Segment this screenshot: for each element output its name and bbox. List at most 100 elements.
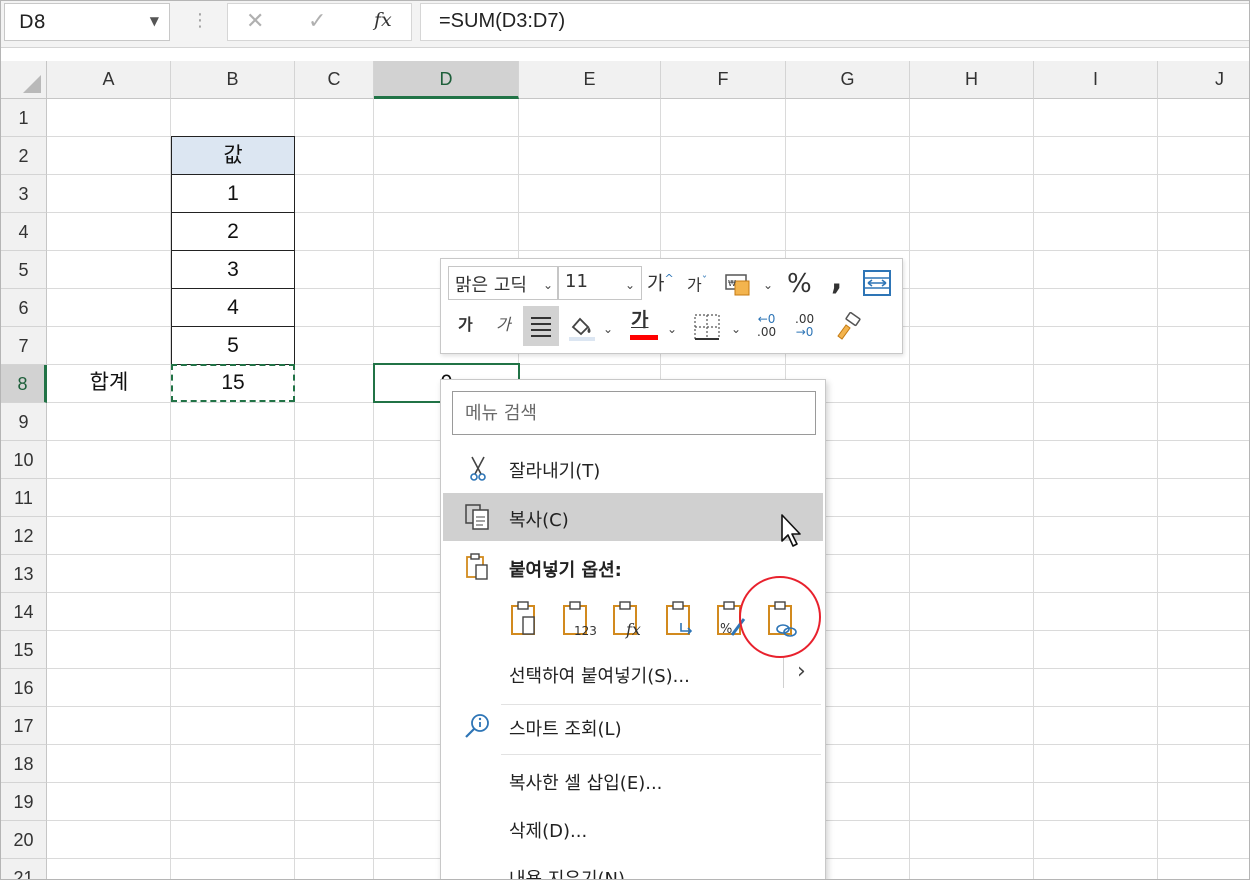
column-header-j[interactable]: J	[1158, 61, 1249, 99]
formula-text: =SUM(D3:D7)	[439, 10, 566, 32]
row-header-5[interactable]: 5	[1, 251, 47, 289]
column-header-h[interactable]: H	[910, 61, 1034, 99]
row-header-8[interactable]: 8	[1, 365, 47, 403]
column-header-f[interactable]: F	[661, 61, 786, 99]
grow-font-icon[interactable]: 가^	[647, 273, 674, 293]
cell-b8[interactable]: 15	[171, 364, 295, 402]
menu-item-copy[interactable]: 복사(C)	[443, 493, 823, 547]
menu-item-clear-contents[interactable]: 내용 지우기(N)	[443, 853, 823, 879]
row-header-6[interactable]: 6	[1, 289, 47, 327]
menu-item-label: 잘라내기(T)	[509, 461, 601, 482]
chevron-down-icon[interactable]: ⌄	[667, 322, 677, 336]
format-painter-icon[interactable]	[833, 311, 863, 346]
column-header-d[interactable]: D	[374, 61, 519, 99]
cell-b7[interactable]: 5	[171, 326, 295, 365]
formula-input[interactable]: =SUM(D3:D7)	[420, 3, 1249, 41]
check-icon[interactable]: ✓	[308, 9, 326, 34]
row-header-10[interactable]: 10	[1, 441, 47, 479]
align-center-icon	[531, 317, 551, 337]
cell-b4[interactable]: 2	[171, 212, 295, 251]
percent-style-icon[interactable]: %	[787, 271, 812, 297]
gridline-col	[1033, 99, 1034, 879]
align-center-button[interactable]	[523, 306, 559, 346]
bold-icon[interactable]: 가	[458, 317, 473, 333]
menu-item-label: 선택하여 붙여넣기(S)...	[509, 666, 690, 687]
decrease-decimal-icon[interactable]: .00 →0	[795, 313, 814, 339]
menu-item-insert-copied-cells[interactable]: 복사한 셀 삽입(E)...	[443, 757, 823, 803]
chevron-down-icon[interactable]: ⌄	[603, 322, 613, 336]
row-header-4[interactable]: 4	[1, 213, 47, 251]
comma-style-icon[interactable]: ,	[831, 265, 842, 295]
menu-item-smart-lookup[interactable]: 스마트 조회(L)	[443, 703, 823, 749]
row-header-17[interactable]: 17	[1, 707, 47, 745]
cell-a8[interactable]: 합계	[47, 364, 171, 402]
column-header-c[interactable]: C	[295, 61, 374, 99]
gridline-col	[373, 99, 374, 879]
chevron-down-icon[interactable]: ▼	[150, 14, 159, 28]
menu-item-label: 삭제(D)...	[509, 821, 588, 842]
chevron-down-icon[interactable]: ⌄	[625, 278, 635, 292]
menu-item-label: 복사(C)	[509, 510, 569, 531]
menu-item-paste-special[interactable]: 선택하여 붙여넣기(S)... ›	[443, 650, 823, 696]
row-header-20[interactable]: 20	[1, 821, 47, 859]
borders-icon[interactable]	[693, 313, 721, 345]
column-header-e[interactable]: E	[519, 61, 661, 99]
accounting-format-icon[interactable]: ₩	[725, 271, 751, 301]
row-header-1[interactable]: 1	[1, 99, 47, 137]
italic-icon[interactable]: 가	[496, 317, 511, 333]
cell-b2[interactable]: 값	[171, 136, 295, 175]
menu-item-delete[interactable]: 삭제(D)...	[443, 805, 823, 851]
increase-decimal-icon[interactable]: ←0 .00	[757, 313, 776, 339]
cell-b5[interactable]: 3	[171, 250, 295, 289]
chevron-right-icon[interactable]: ›	[797, 659, 806, 684]
row-header-21[interactable]: 21	[1, 859, 47, 879]
insert-function-icon[interactable]: fx	[374, 9, 392, 31]
column-header-g[interactable]: G	[786, 61, 910, 99]
font-color-icon[interactable]: 가	[631, 311, 648, 330]
row-header-13[interactable]: 13	[1, 555, 47, 593]
cancel-icon[interactable]: ✕	[246, 9, 264, 34]
copy-icon	[463, 503, 493, 531]
name-box[interactable]: D8 ▼	[4, 3, 170, 41]
more-options-icon[interactable]: ⋮	[191, 10, 209, 31]
paste-transpose-icon[interactable]	[663, 599, 699, 641]
merge-center-icon[interactable]	[863, 270, 891, 300]
menu-item-cut[interactable]: 잘라내기(T)	[443, 445, 823, 491]
paste-values-icon[interactable]: 123	[560, 599, 597, 641]
row-header-14[interactable]: 14	[1, 593, 47, 631]
menu-item-label: 붙여넣기 옵션:	[509, 560, 622, 581]
formula-buttons: ✕ ✓ fx	[227, 3, 412, 41]
row-header-9[interactable]: 9	[1, 403, 47, 441]
chevron-down-icon[interactable]: ⌄	[541, 278, 556, 292]
paste-formulas-icon[interactable]: fx	[610, 599, 646, 641]
row-header-12[interactable]: 12	[1, 517, 47, 555]
row-header-11[interactable]: 11	[1, 479, 47, 517]
fill-color-icon[interactable]	[567, 313, 597, 347]
svg-text:123: 123	[574, 624, 596, 638]
select-all-button[interactable]	[1, 61, 47, 99]
column-header-a[interactable]: A	[47, 61, 171, 99]
select-all-triangle-icon	[23, 75, 41, 93]
column-header-b[interactable]: B	[171, 61, 295, 99]
formula-bar: D8 ▼ ⋮ ✕ ✓ fx =SUM(D3:D7)	[1, 1, 1249, 48]
paste-icon[interactable]	[508, 599, 544, 641]
gridline-col	[1157, 99, 1158, 879]
cell-b6[interactable]: 4	[171, 288, 295, 327]
paste-icon	[463, 553, 493, 581]
row-header-2[interactable]: 2	[1, 137, 47, 175]
column-header-i[interactable]: I	[1034, 61, 1158, 99]
menu-search-input[interactable]	[453, 392, 815, 434]
shrink-font-icon[interactable]: 가ˇ	[687, 275, 707, 293]
menu-search-field[interactable]	[452, 391, 816, 435]
chevron-down-icon[interactable]: ⌄	[763, 278, 773, 292]
row-header-19[interactable]: 19	[1, 783, 47, 821]
menu-item-label: 스마트 조회(L)	[509, 719, 622, 740]
row-header-7[interactable]: 7	[1, 327, 47, 365]
chevron-down-icon[interactable]: ⌄	[731, 322, 741, 336]
increase-decimal-bottom: .00	[757, 325, 777, 339]
row-header-16[interactable]: 16	[1, 669, 47, 707]
row-header-15[interactable]: 15	[1, 631, 47, 669]
row-header-3[interactable]: 3	[1, 175, 47, 213]
row-header-18[interactable]: 18	[1, 745, 47, 783]
cell-b3[interactable]: 1	[171, 174, 295, 213]
